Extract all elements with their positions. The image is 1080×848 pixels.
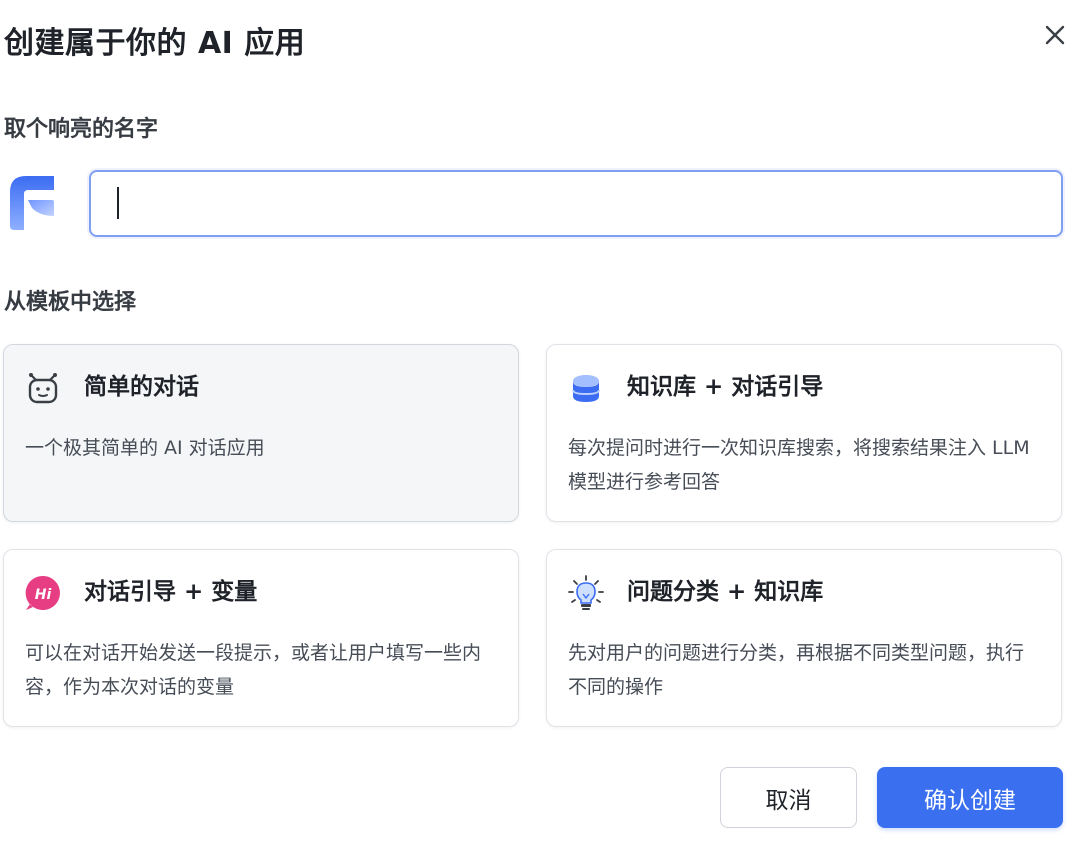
database-icon — [572, 375, 600, 402]
template-card-guided-variables[interactable]: Hi 对话引导 + 变量 可以在对话开始发送一段提示，或者让用户填写一些内容，作… — [3, 549, 519, 727]
close-button[interactable] — [1038, 18, 1072, 52]
template-card-simple-chat[interactable]: 简单的对话 一个极其简单的 AI 对话应用 — [3, 344, 519, 522]
create-app-dialog: 创建属于你的 AI 应用 取个响亮的名字 从模板中选择 简单的对话 一个极其简单… — [0, 0, 1080, 848]
card-description: 一个极其简单的 AI 对话应用 — [25, 437, 265, 459]
close-icon — [1045, 25, 1065, 45]
card-description: 先对用户的问题进行分类，再根据不同类型问题，执行不同的操作 — [568, 642, 1025, 698]
text-caret — [117, 187, 119, 219]
card-title: 简单的对话 — [84, 374, 199, 400]
app-logo-icon — [10, 176, 54, 230]
confirm-create-button[interactable]: 确认创建 — [877, 767, 1063, 828]
lightbulb-icon — [568, 575, 604, 610]
name-section-label: 取个响亮的名字 — [4, 117, 159, 142]
app-name-input[interactable] — [89, 170, 1063, 237]
template-card-knowledge-chat[interactable]: 知识库 + 对话引导 每次提问时进行一次知识库搜索，将搜索结果注入 LLM 模型… — [546, 344, 1062, 522]
card-title: 问题分类 + 知识库 — [627, 579, 824, 605]
template-card-question-classify[interactable]: 问题分类 + 知识库 先对用户的问题进行分类，再根据不同类型问题，执行不同的操作 — [546, 549, 1062, 727]
card-description: 可以在对话开始发送一段提示，或者让用户填写一些内容，作为本次对话的变量 — [25, 642, 482, 698]
app-avatar[interactable] — [8, 172, 58, 234]
template-section-label: 从模板中选择 — [4, 290, 137, 315]
hi-badge-icon: Hi — [25, 575, 60, 610]
card-description: 每次提问时进行一次知识库搜索，将搜索结果注入 LLM 模型进行参考回答 — [568, 437, 1030, 493]
robot-icon — [28, 373, 58, 404]
card-title: 对话引导 + 变量 — [84, 579, 258, 605]
cancel-button[interactable]: 取消 — [720, 767, 857, 828]
dialog-title: 创建属于你的 AI 应用 — [4, 26, 306, 61]
card-title: 知识库 + 对话引导 — [627, 374, 824, 400]
svg-text:Hi: Hi — [35, 587, 52, 603]
